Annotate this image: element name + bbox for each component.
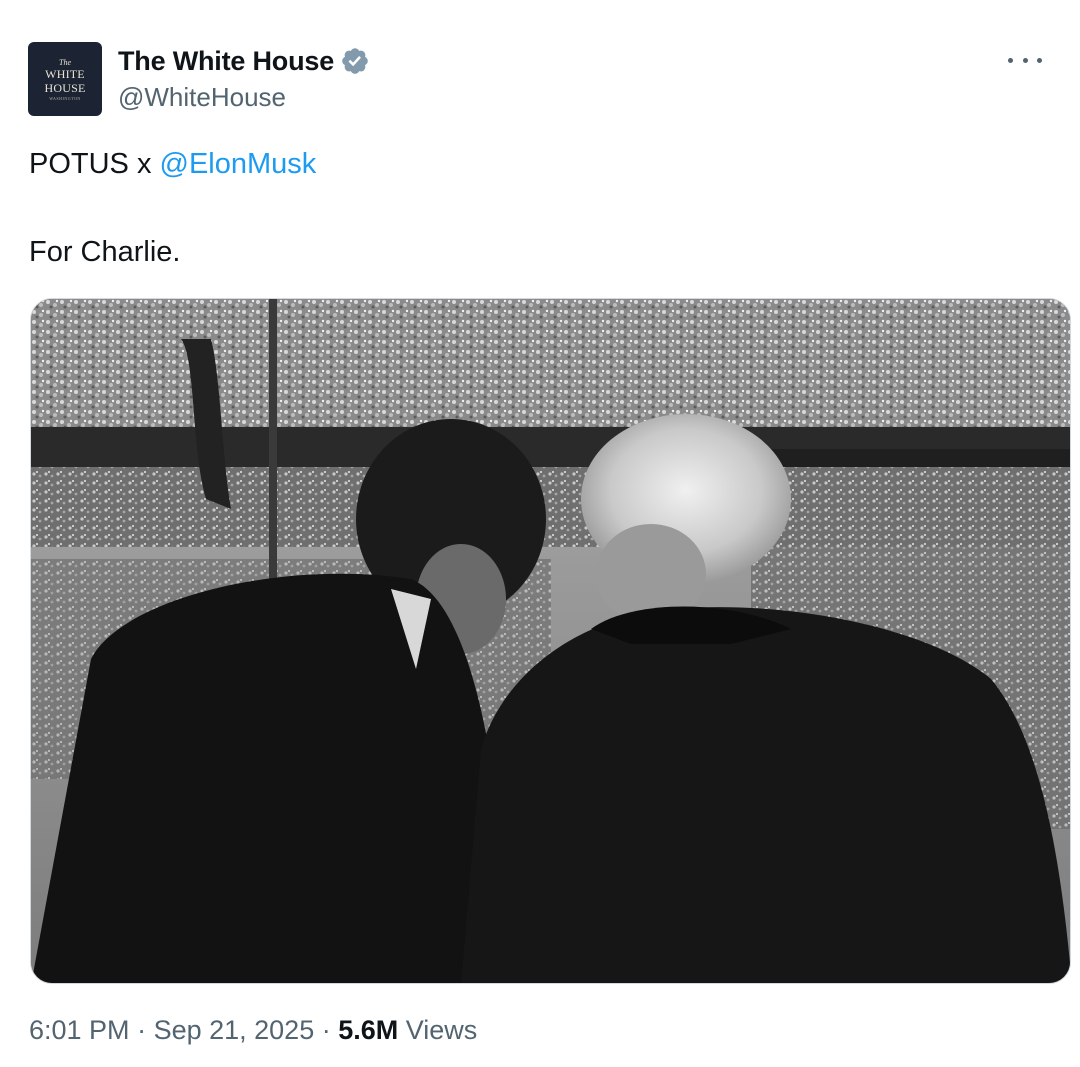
tweet-photo[interactable]: [30, 298, 1071, 984]
ellipsis-icon-dot: [1022, 57, 1028, 63]
meta-separator: ·: [129, 1015, 154, 1045]
tweet-card: The WHITE HOUSE WASHINGTON The White Hou…: [0, 0, 1080, 1067]
photo-image: [31, 299, 1070, 983]
tweet-text-spacer: [29, 184, 316, 232]
mention-link[interactable]: @ElonMusk: [160, 148, 317, 180]
timestamp-time[interactable]: 6:01 PM: [29, 1015, 130, 1045]
author-display-name[interactable]: The White House: [118, 46, 334, 77]
meta-separator-2: ·: [314, 1015, 339, 1045]
author-handle[interactable]: @WhiteHouse: [118, 82, 286, 113]
tweet-text: POTUS x @ElonMusk For Charlie.: [29, 144, 316, 272]
views-label[interactable]: Views: [406, 1015, 478, 1045]
ellipsis-icon: [1008, 57, 1013, 63]
tweet-text-line-2: For Charlie.: [29, 236, 181, 268]
timestamp-date[interactable]: Sep 21, 2025: [154, 1015, 315, 1045]
more-options-button[interactable]: [1008, 48, 1042, 72]
ellipsis-icon-dot: [1037, 57, 1042, 63]
tweet-text-prefix: POTUS x: [29, 148, 160, 180]
avatar-text-top: The: [59, 57, 71, 67]
tweet-text-line-1: POTUS x @ElonMusk: [29, 144, 316, 184]
verified-badge-icon[interactable]: [340, 46, 370, 76]
avatar[interactable]: The WHITE HOUSE WASHINGTON: [28, 42, 102, 116]
views-count[interactable]: 5.6M: [338, 1015, 398, 1045]
avatar-text-line2: HOUSE: [44, 80, 86, 95]
avatar-text-bottom: WASHINGTON: [49, 95, 81, 101]
avatar-text-line1: WHITE: [45, 66, 85, 81]
author-name-row: The White House: [118, 44, 370, 78]
tweet-meta: 6:01 PM · Sep 21, 2025 · 5.6M Views: [29, 1015, 477, 1046]
